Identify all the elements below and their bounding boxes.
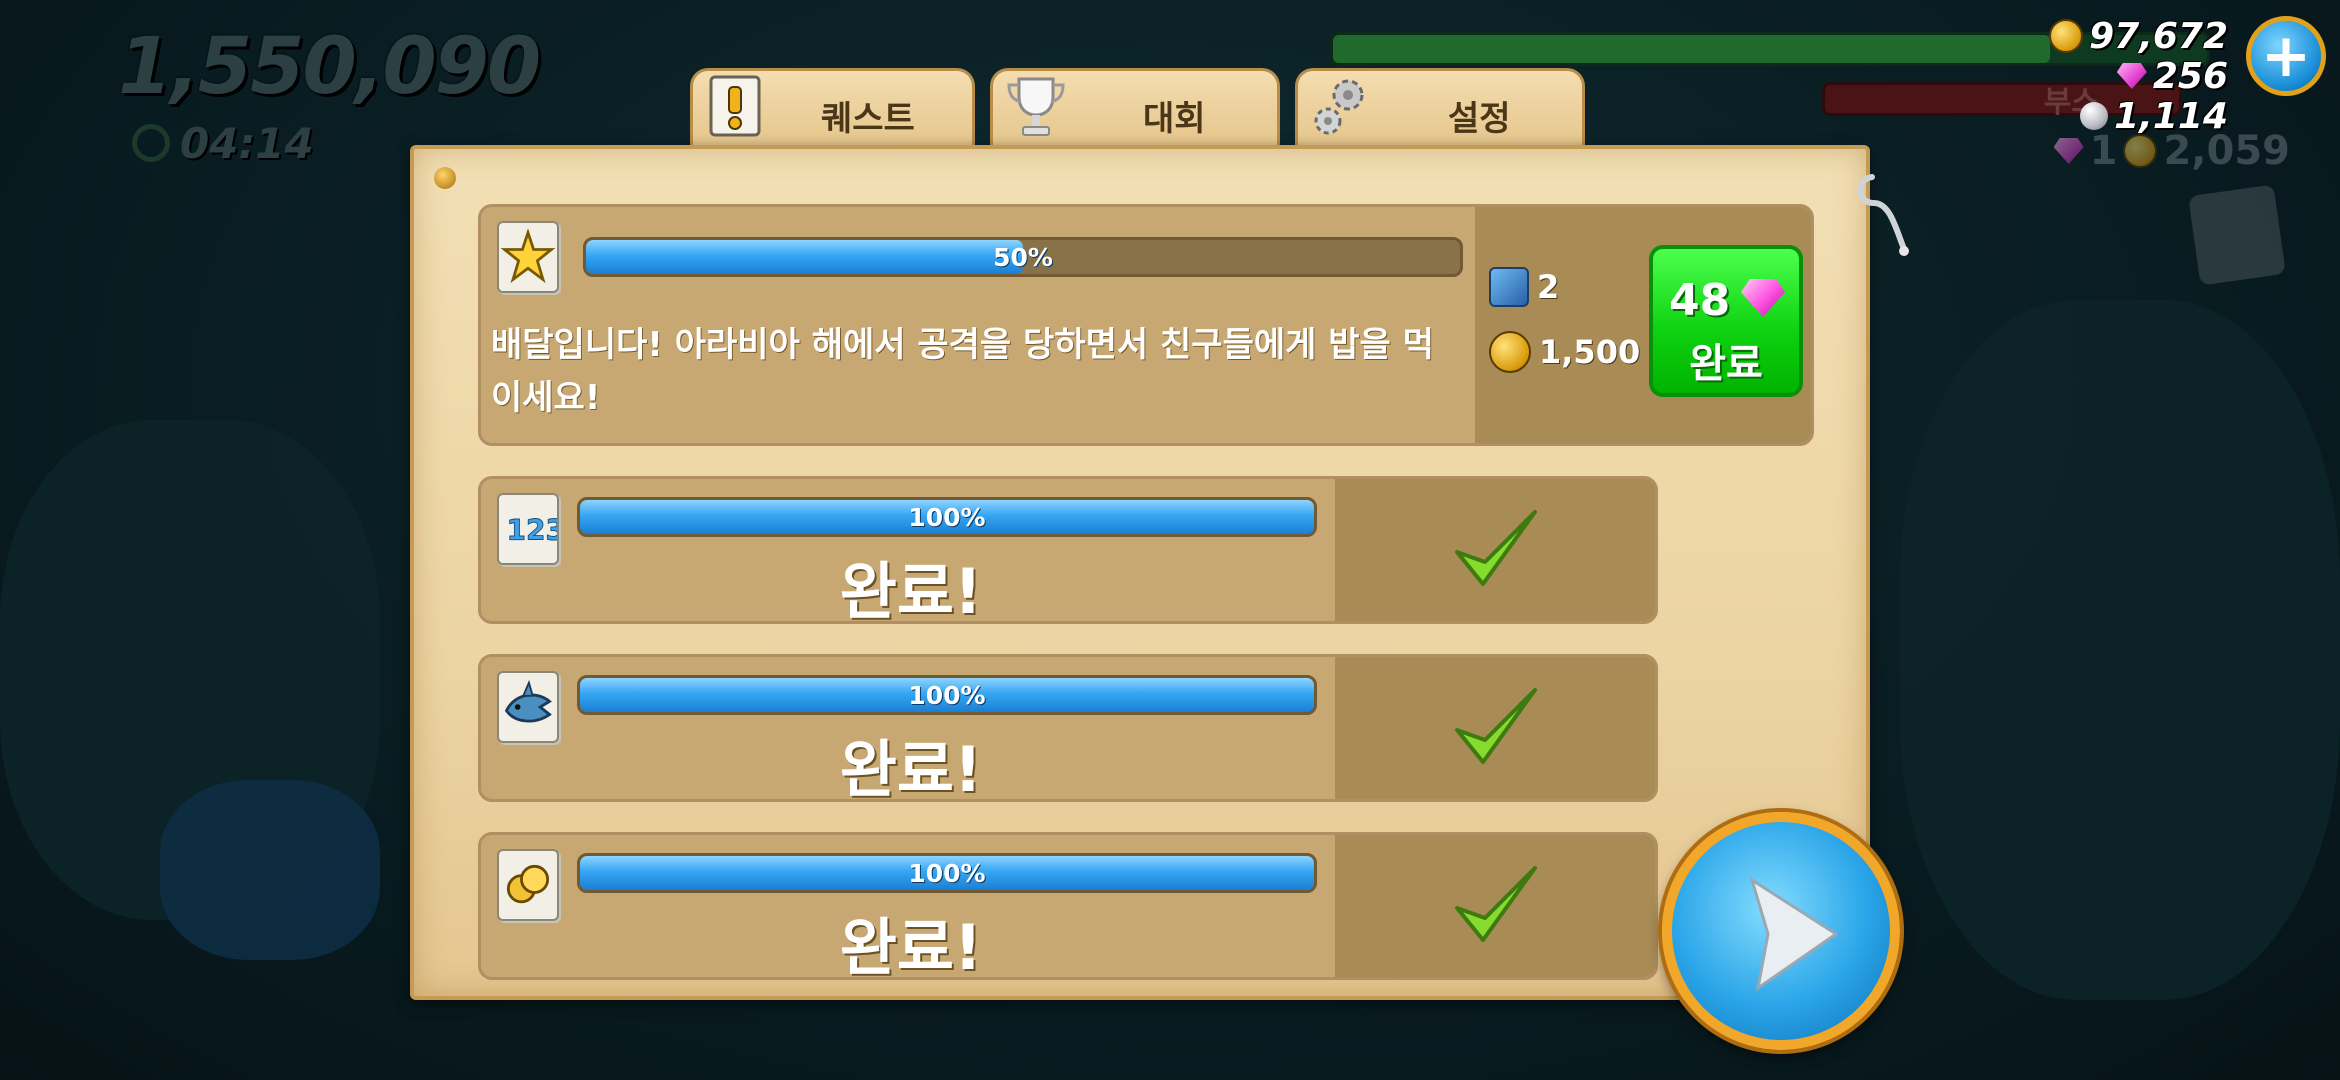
side-stats: 1 2,059 xyxy=(2053,128,2290,174)
gem-icon xyxy=(2053,138,2084,164)
gem-cost: 48 xyxy=(1669,275,1731,326)
gears-icon xyxy=(1314,79,1364,135)
coin-icon xyxy=(2049,19,2084,53)
tab-label: 설정 xyxy=(1448,99,1511,139)
check-panel xyxy=(1335,479,1655,621)
gem-icon xyxy=(1741,279,1785,317)
progress-percent: 100% xyxy=(908,858,986,888)
gem-counter: 256 xyxy=(2116,54,2228,98)
quest-progress-bar: 50% xyxy=(583,237,1463,277)
starfish-icon xyxy=(497,221,559,293)
skill-reward-value: 2 xyxy=(1537,268,1560,306)
tab-quests[interactable]: 퀘스트 xyxy=(690,68,975,148)
reward-panel: 2 1,500 48 완료 xyxy=(1475,207,1811,443)
background-rock xyxy=(1900,300,2340,1000)
progress-percent: 50% xyxy=(993,242,1053,272)
progress-percent: 100% xyxy=(908,680,986,710)
map-scroll-icon[interactable] xyxy=(2188,184,2286,286)
play-arrow-icon xyxy=(1749,876,1839,992)
background-coral xyxy=(160,780,380,960)
quest-status: 완료! xyxy=(839,911,983,980)
gem-value: 256 xyxy=(2152,55,2228,97)
check-panel xyxy=(1335,657,1655,799)
quest-description: 배달입니다! 아라비아 해에서 공격을 당하면서 친구들에게 밥을 먹이세요! xyxy=(491,325,1434,418)
quest-progress-bar: 100% xyxy=(577,853,1317,893)
quest-status: 완료! xyxy=(839,733,983,802)
skill-reward: 2 xyxy=(1489,267,1559,307)
quest-scroll-icon xyxy=(709,75,761,137)
fishing-hook-icon xyxy=(1857,174,1909,256)
pearl-icon xyxy=(2080,102,2109,130)
score-display: 1,550,090 xyxy=(118,22,541,112)
tab-label: 퀘스트 xyxy=(821,99,915,139)
skill-book-icon xyxy=(1489,267,1529,307)
tab-tournament[interactable]: 대회 xyxy=(990,68,1280,148)
quest-progress-bar: 100% xyxy=(577,497,1317,537)
checkmark-icon xyxy=(1455,688,1537,764)
timer-value: 04:14 xyxy=(180,118,314,168)
coin-icon xyxy=(2123,134,2158,168)
trophy-icon xyxy=(1007,77,1065,136)
stopwatch-icon xyxy=(132,124,170,162)
quest-card-completed: 123 100% 완료! xyxy=(478,476,1658,624)
side-gem-value: 1 xyxy=(2089,128,2118,174)
quest-progress-bar: 100% xyxy=(577,675,1317,715)
quest-status: 완료! xyxy=(839,555,983,624)
quest-card-active: 50% 배달입니다! 아라비아 해에서 공격을 당하면서 친구들에게 밥을 먹이… xyxy=(478,204,1814,446)
gem-icon xyxy=(2116,63,2147,89)
play-button[interactable] xyxy=(1662,812,1900,1050)
progress-percent: 100% xyxy=(908,502,986,532)
tab-label: 대회 xyxy=(1143,99,1206,139)
coin-reward: 1,500 xyxy=(1489,331,1640,373)
side-coin-value: 2,059 xyxy=(2163,128,2290,174)
coin-reward-value: 1,500 xyxy=(1539,333,1641,371)
quest-panel: 50% 배달입니다! 아라비아 해에서 공격을 당하면서 친구들에게 밥을 먹이… xyxy=(410,145,1909,1000)
tab-settings[interactable]: 설정 xyxy=(1295,68,1585,148)
coin-value: 97,672 xyxy=(2089,15,2228,57)
checkmark-icon xyxy=(1455,866,1537,942)
checkmark-icon xyxy=(1455,510,1537,586)
coin-counter: 97,672 xyxy=(2049,14,2228,58)
complete-quest-button[interactable]: 48 완료 xyxy=(1649,245,1803,397)
quest-card-completed: 100% 완료! xyxy=(478,654,1658,802)
quest-card-completed: 100% 완료! xyxy=(478,832,1658,980)
coin-icon xyxy=(1489,331,1531,373)
complete-label: 완료 xyxy=(1689,341,1763,387)
pin-icon xyxy=(434,167,456,189)
add-currency-button[interactable]: + xyxy=(2246,16,2326,96)
timer: 04:14 xyxy=(132,118,314,168)
check-panel xyxy=(1335,835,1655,977)
